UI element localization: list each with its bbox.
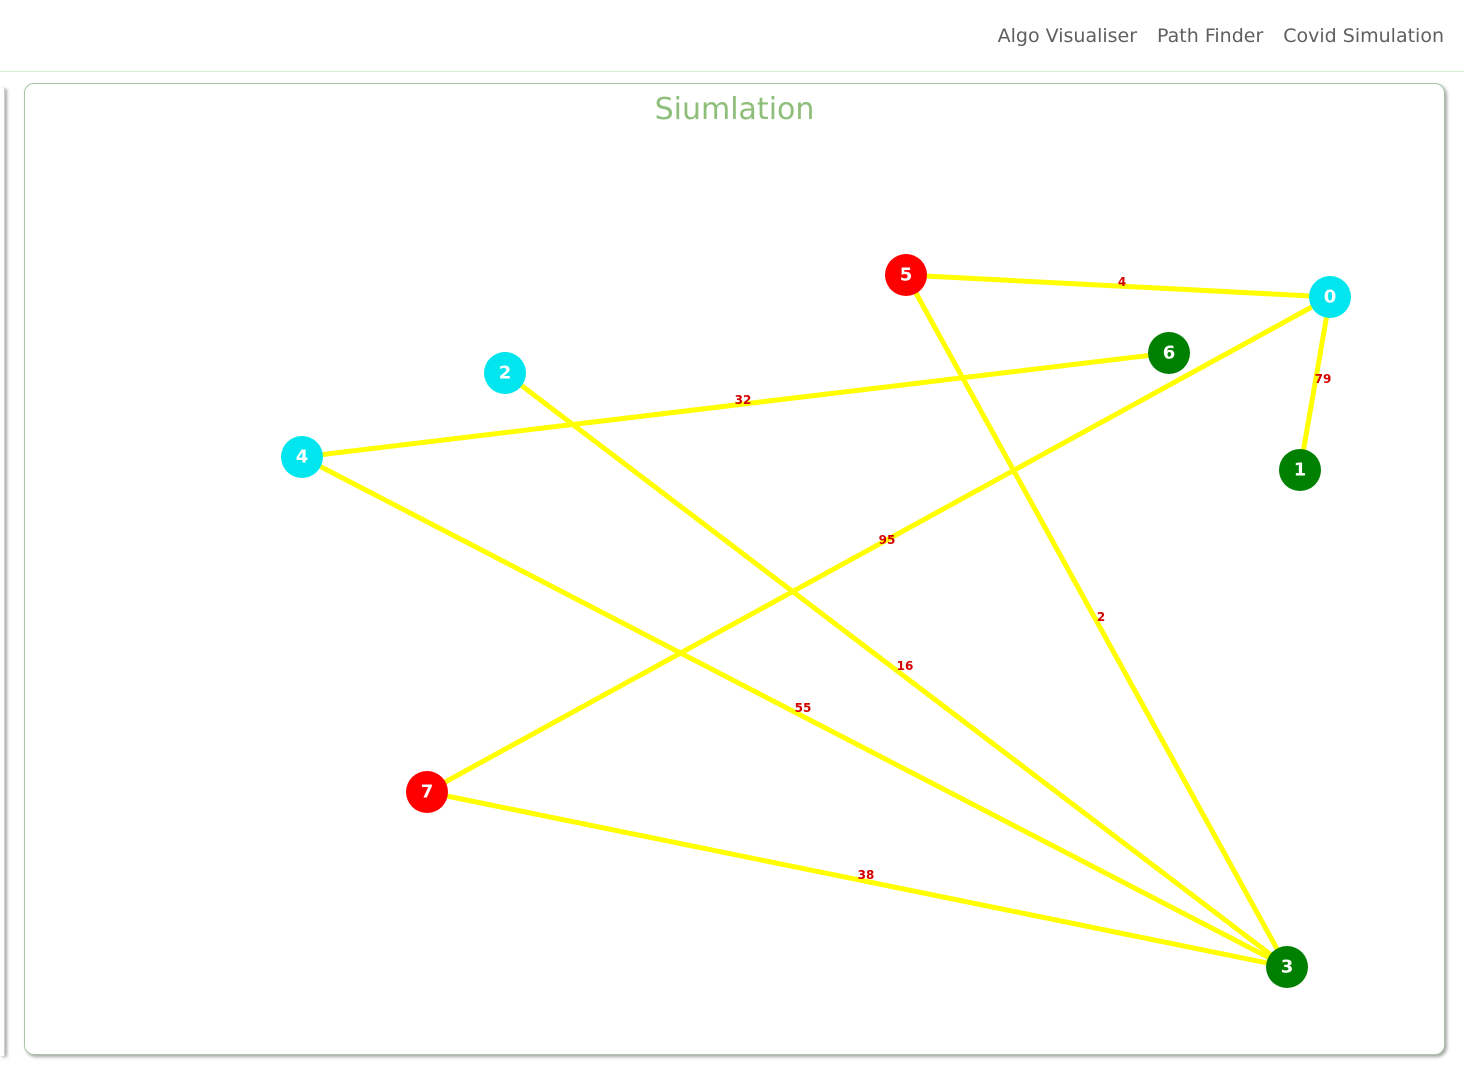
node-label: 0 (1324, 287, 1337, 308)
node-label: 5 (900, 265, 913, 286)
edge-weight-label: 4 (1118, 275, 1126, 289)
edge-label-layer: 47932952165538 (735, 275, 1332, 882)
node-label: 3 (1281, 957, 1294, 978)
simulation-graph: 4 79 32 95 2 16 55 38 0 1 2 3 4 5 6 7 (281, 254, 1351, 988)
graph-node-1[interactable]: 1 (1279, 449, 1321, 491)
edge-weight-label: 55 (795, 701, 812, 715)
edge-weight-label: 95 (879, 533, 896, 547)
node-label: 2 (499, 363, 512, 384)
edge-weight-label: 32 (735, 393, 752, 407)
graph-node-2[interactable]: 2 (484, 352, 526, 394)
graph-node-3[interactable]: 3 (1266, 946, 1308, 988)
graph-node-4[interactable]: 4 (281, 436, 323, 478)
graph-node-6[interactable]: 6 (1148, 332, 1190, 374)
node-label: 1 (1294, 460, 1307, 481)
node-label: 4 (296, 447, 309, 468)
edge-weight-label: 16 (897, 659, 914, 673)
graph-node-0[interactable]: 0 (1309, 276, 1351, 318)
edge-weight-label: 2 (1097, 610, 1105, 624)
node-label: 7 (421, 782, 434, 803)
graph-node-7[interactable]: 7 (406, 771, 448, 813)
edge-weight-label: 38 (858, 868, 875, 882)
edge-layer (299, 272, 1333, 970)
node-label: 6 (1163, 343, 1176, 364)
edge-weight-label: 79 (1315, 372, 1332, 386)
node-layer: 0 1 2 3 4 5 6 7 (281, 254, 1351, 988)
graph-node-5[interactable]: 5 (885, 254, 927, 296)
